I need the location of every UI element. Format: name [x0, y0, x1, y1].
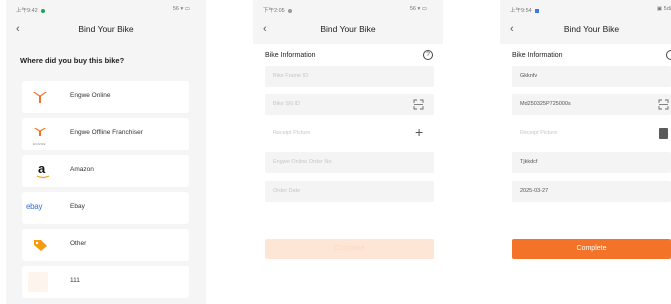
ebay-logo-icon: ebay [26, 202, 43, 211]
blank-icon [28, 272, 48, 292]
bike-sn-id-field[interactable]: Bike SN ID [265, 94, 434, 115]
status-bar: 上午9:42 56 ▾ ▭ [6, 0, 206, 18]
option-amazon[interactable]: a Amazon [22, 155, 189, 187]
option-111[interactable]: 111 [22, 266, 189, 298]
amazon-logo-icon: a [36, 161, 50, 179]
navbar: ‹ Bind Your Bike [6, 18, 206, 42]
status-time: 下午2:05 [263, 6, 292, 14]
status-indicators: 56 ▾ ▭ [172, 6, 190, 12]
status-bar: 下午2:05 56 ▾ ▭ [253, 0, 443, 18]
form-panel: Bike Information Gkknfv Md250325P725000s… [500, 44, 671, 304]
scan-icon[interactable] [413, 99, 424, 110]
option-label: Amazon [70, 166, 94, 173]
status-time: 上午9:42 [16, 6, 45, 14]
field-value: Md250325P725000s [520, 101, 571, 107]
order-number-field[interactable]: Tjkkdcf [512, 152, 671, 173]
field-value: Gkknfv [520, 73, 538, 79]
help-icon[interactable]: ? [423, 50, 433, 60]
form-panel: Bike Information ? Bike Frame ID Bike SN… [253, 44, 443, 304]
order-number-field[interactable]: Engwe Online Order No. [265, 152, 434, 173]
status-indicators: ▣ 5di [656, 6, 671, 12]
option-ebay[interactable]: ebay Ebay [22, 192, 189, 224]
option-engwe-online[interactable]: Engwe Online [22, 81, 189, 113]
field-value: Tjkkdcf [520, 159, 538, 165]
navbar: ‹ Bind Your Bike [500, 18, 671, 42]
navbar: ‹ Bind Your Bike [253, 18, 443, 42]
page-title: Bind Your Bike [563, 24, 620, 34]
purchase-question: Where did you buy this bike? [20, 56, 125, 65]
help-icon[interactable] [666, 50, 671, 60]
add-picture-icon[interactable]: + [415, 124, 423, 140]
status-time: 上午9:54 [510, 6, 539, 14]
engwe-logo-caption: ENGWE [33, 142, 46, 146]
field-placeholder: Receipt Picture [520, 130, 558, 136]
bike-info-filled-screen: 上午9:54 ▣ 5di ‹ Bind Your Bike Bike Infor… [500, 0, 671, 304]
purchase-source-screen: 上午9:42 56 ▾ ▭ ‹ Bind Your Bike Where did… [6, 0, 206, 304]
field-placeholder: Receipt Picture [273, 130, 311, 136]
field-value: 2025-03-27 [520, 188, 549, 194]
field-placeholder: Bike SN ID [273, 101, 300, 107]
bike-sn-id-field[interactable]: Md250325P725000s [512, 94, 671, 115]
bike-info-empty-screen: 下午2:05 56 ▾ ▭ ‹ Bind Your Bike Bike Info… [253, 0, 443, 304]
option-label: Engwe Online [70, 92, 111, 99]
status-indicators: 56 ▾ ▭ [409, 6, 427, 12]
complete-button[interactable]: Complete [265, 239, 434, 259]
section-title: Bike Information [512, 52, 563, 59]
complete-button[interactable]: Complete [512, 239, 671, 259]
field-placeholder: Order Date [273, 188, 301, 194]
option-label: 111 [70, 277, 80, 284]
bike-frame-id-field[interactable]: Bike Frame ID [265, 66, 434, 87]
order-date-field[interactable]: Order Date [265, 181, 434, 202]
scan-icon[interactable] [658, 99, 669, 110]
order-date-field[interactable]: 2025-03-27 [512, 181, 671, 202]
app-indicator-icon [534, 8, 539, 13]
option-engwe-offline-franchiser[interactable]: ENGWE Engwe Offline Franchiser [22, 118, 189, 150]
page-title: Bind Your Bike [78, 24, 134, 34]
receipt-picture-field[interactable]: Receipt Picture [512, 123, 671, 144]
tag-icon [34, 240, 47, 251]
receipt-thumbnail[interactable] [659, 128, 668, 139]
field-placeholder: Engwe Online Order No. [273, 159, 333, 165]
notification-dot-icon [287, 8, 292, 13]
engwe-franchise-logo-icon [34, 128, 46, 136]
bike-frame-id-field[interactable]: Gkknfv [512, 66, 671, 87]
field-placeholder: Bike Frame ID [273, 73, 309, 79]
option-label: Ebay [70, 203, 85, 210]
notification-dot-icon [40, 8, 45, 13]
option-label: Engwe Offline Franchiser [70, 129, 143, 136]
option-label: Other [70, 240, 87, 247]
receipt-picture-field[interactable]: Receipt Picture + [265, 123, 434, 144]
option-other[interactable]: Other [22, 229, 189, 261]
status-bar: 上午9:54 ▣ 5di [500, 0, 671, 18]
engwe-logo-icon [33, 92, 47, 103]
section-title: Bike Information [265, 52, 316, 59]
page-title: Bind Your Bike [320, 24, 376, 34]
